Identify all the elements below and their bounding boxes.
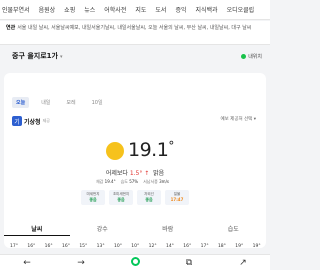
tab-forecast[interactable]: 강수 [70, 224, 136, 236]
hourly-temperatures: 17° 16° 16° 16° 15° 13° 10° 10° 12° 14° 16° 17° 18° 1… [10, 244, 270, 249]
chevron-down-icon: ▾ [59, 54, 63, 60]
detail-value: 19.4° [104, 179, 116, 184]
naver-home-icon [130, 256, 140, 266]
location-name: 중구 을지로1가 [12, 52, 58, 60]
related-label: 연관 [6, 25, 16, 31]
detail-label: 서남서풍 [143, 179, 158, 184]
chip-value: 좋음 [89, 197, 97, 202]
tab-day[interactable]: 오늘 [12, 97, 30, 108]
hourly-temp: 16° [61, 244, 70, 249]
status-chip[interactable]: 일몰 17:47 [165, 190, 189, 205]
source-name: 기상청 [24, 118, 41, 126]
chip-value: 17:47 [170, 197, 184, 202]
current-temperature: 19.1° [128, 139, 174, 161]
related-text[interactable]: 서울 내일 날씨, 서울날씨예보, 내일서울기날씨, 내일서울날씨, 오늘 서울… [17, 25, 251, 31]
status-chip[interactable]: 초미세먼지 좋음 [109, 190, 133, 205]
my-location-label: 내위치 [248, 54, 262, 60]
hourly-temp: 16° [183, 244, 192, 249]
weather-source: 기 기상청 제공 [12, 116, 50, 126]
top-nav-item[interactable]: 오디오클립 [227, 5, 255, 14]
detail-label: 습도 [120, 179, 128, 184]
related-searches: 연관 서울 내일 날씨, 서울날씨예보, 내일서울기날씨, 내일서울날씨, 오늘 … [0, 21, 270, 45]
hourly-temp: 16° [27, 244, 36, 249]
source-sub: 제공 [42, 118, 50, 123]
top-nav-bar: 인물부연서 음원상 쇼핑 뉴스 어학사전 지도 도서 증익 지식백과 오디오클립 [0, 0, 270, 20]
location-title[interactable]: 중구 을지로1가 ▾ [12, 51, 62, 61]
forward-icon[interactable]: → [71, 255, 91, 270]
temperature-value: 19.1 [128, 139, 169, 161]
tab-day[interactable]: 10일 [88, 97, 107, 108]
status-chip[interactable]: 자외선 좋음 [137, 190, 161, 205]
tab-forecast[interactable]: 날씨 [4, 224, 70, 236]
top-nav-item[interactable]: 음원상 [39, 5, 56, 14]
hourly-temp: 17° [10, 244, 18, 249]
tab-day[interactable]: 모레 [62, 97, 79, 108]
hourly-temp: 12° [148, 244, 157, 249]
detail-value: 57% [129, 179, 139, 184]
top-nav-item[interactable]: 증익 [175, 5, 186, 14]
location-icon [241, 54, 247, 59]
top-nav-item[interactable]: 인물부연서 [2, 5, 30, 14]
chip-value: 좋음 [117, 197, 125, 202]
hourly-temp: 13° [96, 244, 105, 249]
tabs-icon[interactable]: ⧉ [179, 255, 199, 270]
sunny-icon [106, 142, 124, 160]
my-location-button[interactable]: 내위치 [241, 53, 262, 60]
top-nav-item[interactable]: 뉴스 [84, 5, 95, 14]
hourly-temp: 18° [217, 244, 226, 249]
hourly-temp: 15° [79, 244, 88, 249]
top-nav-item[interactable]: 지식백과 [196, 5, 218, 14]
hourly-temp: 14° [165, 244, 174, 249]
air-quality-chips: 미세먼지 좋음 초미세먼지 좋음 자외선 좋음 일몰 17:47 [81, 190, 189, 205]
browser-nav-bar: ← → ⧉ ↗ [0, 254, 270, 270]
temperature-unit: ° [168, 139, 174, 153]
top-nav-item[interactable]: 도서 [155, 5, 166, 14]
weather-details: 체감 19.4° 습도 57% 서남서풍 3m/s [0, 179, 270, 185]
day-tabs: 오늘 내일 모레 10일 [12, 97, 107, 108]
tab-forecast[interactable]: 바람 [135, 224, 201, 236]
kma-logo-icon: 기 [12, 116, 22, 126]
source-select-dropdown[interactable]: 예보 제공처 선택 ▾ [220, 116, 256, 122]
share-icon[interactable]: ↗ [233, 255, 253, 270]
browser-viewport: 인물부연서 음원상 쇼핑 뉴스 어학사전 지도 도서 증익 지식백과 오디오클립 연관 서울 내일 … [0, 0, 270, 270]
hourly-temp: 17° [200, 244, 209, 249]
top-nav-item[interactable]: 어학사전 [104, 5, 126, 14]
hourly-temp: 10° [131, 244, 140, 249]
detail-label: 체감 [96, 179, 104, 184]
hourly-temp: 19° [235, 244, 244, 249]
hourly-temp: 19° [252, 244, 261, 249]
condition: 맑음 [153, 170, 165, 177]
chip-value: 좋음 [145, 197, 153, 202]
weather-summary: 어제보다 1.5° ↑ 맑음 [0, 168, 270, 177]
compare-prefix: 어제보다 [105, 170, 128, 177]
back-icon[interactable]: ← [17, 255, 37, 270]
forecast-tabs: 날씨 강수 바람 습도 [4, 224, 266, 236]
tab-forecast[interactable]: 습도 [201, 224, 267, 236]
top-nav-item[interactable]: 쇼핑 [64, 5, 75, 14]
detail-value: 3m/s [159, 179, 169, 184]
home-button[interactable] [125, 254, 145, 270]
status-chip[interactable]: 미세먼지 좋음 [81, 190, 105, 205]
compare-value: 1.5° ↑ [129, 170, 150, 177]
tab-day[interactable]: 내일 [37, 97, 54, 108]
top-nav-item[interactable]: 지도 [135, 5, 146, 14]
hourly-temp: 16° [44, 244, 53, 249]
hourly-temp: 10° [113, 244, 122, 249]
